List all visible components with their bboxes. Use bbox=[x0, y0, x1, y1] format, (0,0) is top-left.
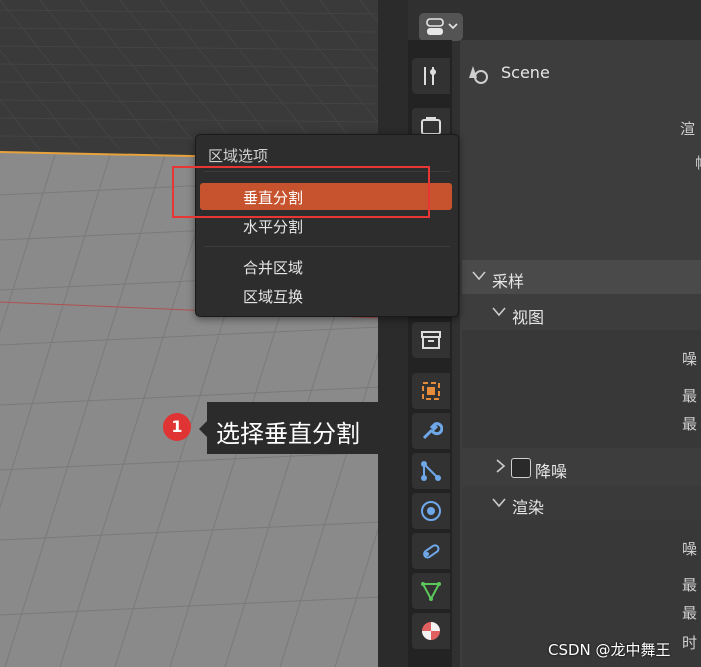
physics-icon bbox=[421, 501, 441, 521]
tab-particles[interactable] bbox=[412, 453, 450, 489]
viewport-subheader[interactable]: 视图 bbox=[512, 304, 544, 328]
editor-type-icon bbox=[426, 18, 458, 35]
annotation-tooltip: 选择垂直分割 bbox=[207, 402, 401, 454]
constraints-icon bbox=[423, 544, 440, 559]
step-badge: 1 bbox=[163, 413, 191, 441]
3d-viewport[interactable] bbox=[0, 0, 380, 667]
collection-icon bbox=[421, 331, 441, 349]
tab-collection[interactable] bbox=[412, 322, 450, 358]
denoise-checkbox[interactable] bbox=[511, 458, 531, 478]
cut-label: 噪 bbox=[682, 540, 698, 558]
cut-label: 最 bbox=[682, 415, 698, 433]
editor-type-button[interactable] bbox=[419, 13, 463, 41]
particles-icon bbox=[421, 461, 441, 481]
annotation-highlight-box bbox=[172, 166, 430, 218]
viewport-grid bbox=[0, 0, 380, 667]
object-icon bbox=[422, 382, 440, 400]
sampling-header: 采样 bbox=[492, 272, 525, 291]
menu-title: 区域选项 bbox=[208, 147, 269, 165]
data-icon bbox=[421, 582, 441, 602]
menu-item-swap-areas[interactable]: 区域互换 bbox=[200, 283, 452, 309]
cut-label: 最 bbox=[682, 576, 698, 594]
cut-label: 渲 bbox=[680, 120, 696, 138]
tab-modifier[interactable] bbox=[412, 413, 450, 449]
cut-label: 时 bbox=[682, 634, 698, 652]
render-subheader[interactable]: 渲染 bbox=[512, 494, 544, 518]
area-divider[interactable] bbox=[378, 0, 408, 667]
tab-data[interactable] bbox=[412, 573, 450, 609]
denoise-label: 降噪 bbox=[535, 462, 568, 481]
cut-label: 帧 bbox=[695, 152, 701, 173]
tool-icon bbox=[424, 67, 436, 85]
chevron-down-icon bbox=[492, 307, 506, 317]
tab-object[interactable] bbox=[412, 373, 450, 409]
modifier-icon bbox=[422, 422, 443, 440]
cut-label: 最 bbox=[682, 604, 698, 622]
scene-label: Scene bbox=[501, 63, 550, 82]
menu-item-label: 合并区域 bbox=[243, 259, 304, 277]
cut-label: 噪 bbox=[682, 350, 698, 368]
menu-separator bbox=[204, 246, 450, 247]
scene-icon bbox=[469, 66, 488, 84]
area-options-menu: 区域选项 垂直分割 水平分割 合并区域 区域互换 bbox=[195, 134, 459, 317]
menu-item-label: 区域互换 bbox=[243, 288, 304, 306]
tab-material[interactable] bbox=[412, 613, 450, 649]
viewport-settings-box bbox=[462, 330, 701, 448]
menu-item-join-areas[interactable]: 合并区域 bbox=[200, 254, 452, 280]
tab-constraints[interactable] bbox=[412, 533, 450, 569]
tab-tool[interactable] bbox=[412, 58, 450, 94]
annotation-text: 选择垂直分割 bbox=[216, 420, 360, 448]
tab-physics[interactable] bbox=[412, 493, 450, 529]
cut-label: 最 bbox=[682, 387, 698, 405]
chevron-down-icon bbox=[492, 498, 506, 508]
chevron-down-icon bbox=[472, 271, 486, 281]
material-icon bbox=[422, 622, 440, 640]
chevron-right-icon bbox=[496, 459, 506, 473]
watermark: CSDN @龙中舞王 bbox=[548, 641, 671, 659]
menu-item-label: 水平分割 bbox=[243, 218, 304, 236]
